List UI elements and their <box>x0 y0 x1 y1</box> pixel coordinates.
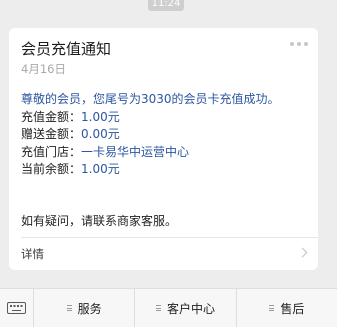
field-value: 0.00元 <box>81 127 120 141</box>
menu-lines-icon <box>155 305 161 311</box>
timestamp-badge: 11:24 <box>148 0 184 11</box>
more-options-icon[interactable] <box>290 42 308 46</box>
menu-item-service[interactable]: 服务 <box>34 289 136 327</box>
chevron-right-icon <box>297 247 308 258</box>
field-value: 一卡易华中运营中心 <box>81 144 190 159</box>
keyboard-icon <box>7 302 26 314</box>
field-value: 1.00元 <box>81 109 120 124</box>
field-row-balance: 当前余额：1.00元 <box>21 161 308 179</box>
menu-item-customer-center[interactable]: 客户中心 <box>135 289 237 327</box>
field-label: 充值门店： <box>21 144 82 159</box>
card-body: 尊敬的会员，您尾号为3030的会员卡充值成功。 充值金额：1.00元 赠送金额：… <box>21 91 308 179</box>
notification-card[interactable]: 会员充值通知 4月16日 尊敬的会员，您尾号为3030的会员卡充值成功。 充值金… <box>9 28 318 270</box>
keyboard-toggle-button[interactable] <box>0 289 34 327</box>
field-value: 1.00元 <box>81 162 120 176</box>
menu-item-label: 售后 <box>280 301 305 316</box>
menu-item-after-sales[interactable]: 售后 <box>237 289 337 327</box>
bottom-menu-bar: 服务 客户中心 售后 <box>0 288 337 327</box>
details-label: 详情 <box>21 247 44 261</box>
intro-text: 尊敬的会员，您尾号为3030的会员卡充值成功。 <box>21 92 280 106</box>
field-row-recharge-amount: 充值金额：1.00元 <box>21 109 308 127</box>
field-label: 当前余额： <box>21 162 82 176</box>
field-label: 赠送金额： <box>21 127 82 141</box>
menu-lines-icon <box>66 305 72 311</box>
field-row-store: 充值门店：一卡易华中运营中心 <box>21 144 308 162</box>
field-row-bonus-amount: 赠送金额：0.00元 <box>21 126 308 144</box>
details-link[interactable]: 详情 <box>9 238 318 270</box>
card-title: 会员充值通知 <box>21 40 112 58</box>
menu-item-label: 服务 <box>77 301 102 316</box>
help-note: 如有疑问，请联系商家客服。 <box>21 214 178 228</box>
menu-item-label: 客户中心 <box>166 301 215 316</box>
menu-lines-icon <box>269 305 275 311</box>
field-label: 充值金额： <box>21 109 82 124</box>
card-date: 4月16日 <box>21 62 66 76</box>
